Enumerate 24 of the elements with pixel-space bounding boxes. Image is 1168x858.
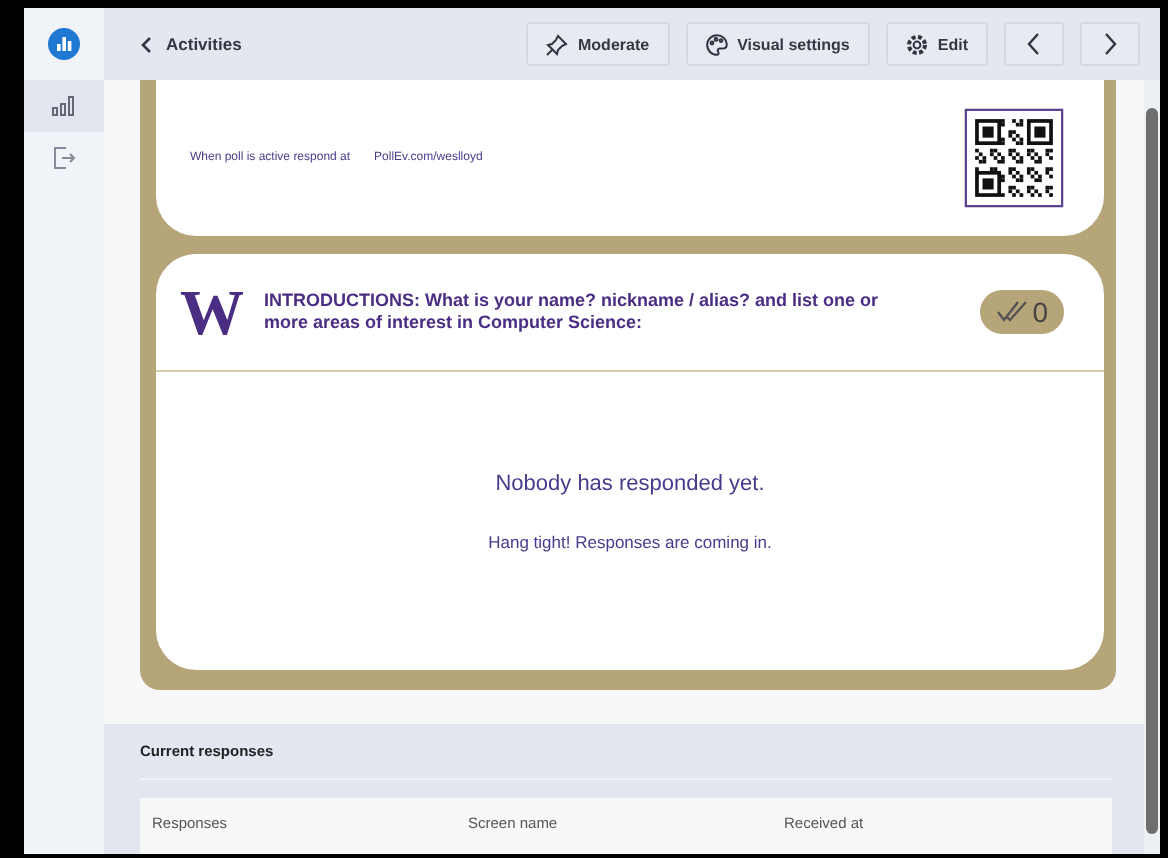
back-link[interactable]: Activities bbox=[140, 34, 242, 54]
poll-question: INTRODUCTIONS: What is your name? nickname / alias? and list one or more areas of interest in Computer Science: bbox=[264, 289, 881, 335]
chevron-right-icon bbox=[1102, 32, 1118, 56]
empty-title: Nobody has responded yet. bbox=[495, 471, 765, 495]
moderate-button[interactable]: Moderate bbox=[526, 22, 670, 66]
scrollbar[interactable] bbox=[1144, 80, 1160, 854]
response-count: 0 bbox=[1032, 296, 1048, 328]
pin-icon bbox=[546, 33, 568, 55]
chart-nav-item[interactable] bbox=[24, 80, 104, 132]
next-button[interactable] bbox=[1080, 22, 1140, 66]
bar-chart-icon bbox=[52, 96, 76, 116]
exit-icon bbox=[52, 146, 76, 170]
empty-subtitle: Hang tight! Responses are coming in. bbox=[488, 531, 772, 551]
double-check-icon bbox=[996, 300, 1029, 324]
logo-letter: W bbox=[180, 280, 244, 344]
palette-icon bbox=[705, 33, 728, 55]
settings-icon bbox=[905, 33, 928, 55]
chevron-left-icon bbox=[1026, 32, 1042, 56]
edit-button[interactable]: Edit bbox=[885, 22, 988, 66]
chevron-left-icon bbox=[140, 35, 154, 53]
previous-button[interactable] bbox=[1004, 22, 1064, 66]
app-logo-icon bbox=[48, 28, 80, 60]
visual-settings-button[interactable]: Visual settings bbox=[685, 22, 870, 66]
qr-code-icon bbox=[964, 108, 1064, 208]
